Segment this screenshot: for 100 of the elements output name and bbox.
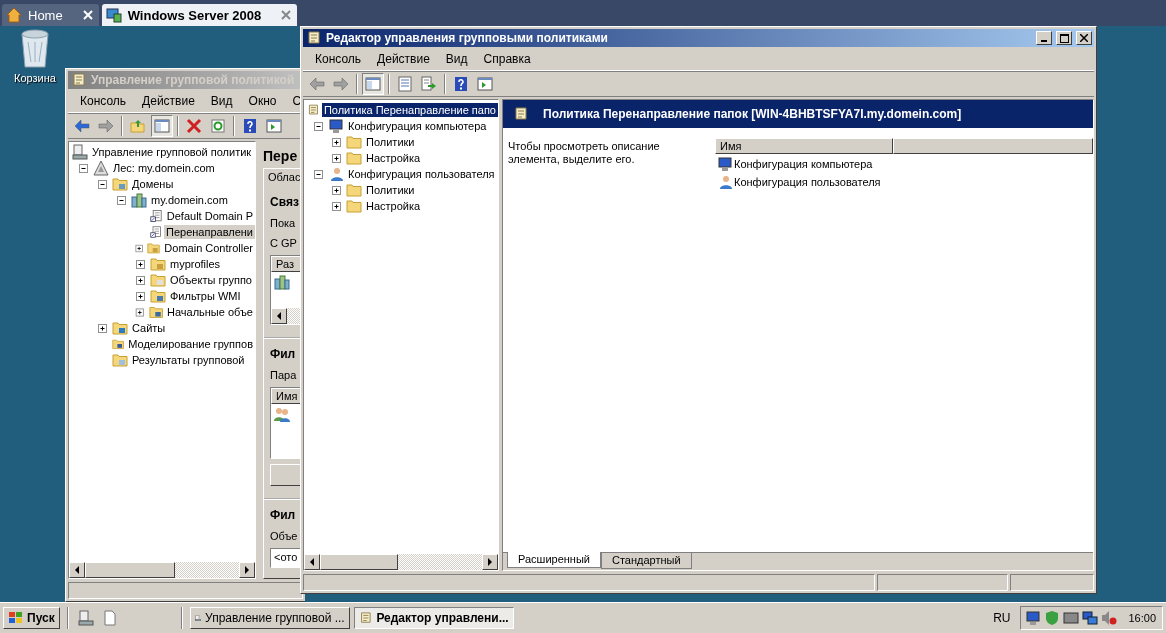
folder-icon (147, 240, 161, 256)
computer-icon (105, 7, 122, 23)
close-button[interactable] (1076, 31, 1092, 45)
tree-item[interactable]: Перенаправлени (164, 225, 255, 239)
menu-item[interactable]: Действие (369, 49, 438, 68)
menu-item[interactable]: Справка (475, 49, 539, 68)
scroll-icon (71, 72, 87, 88)
tree-item[interactable]: Результаты групповой (130, 353, 247, 367)
browser-tab[interactable]: Home (2, 4, 99, 26)
expand-icon[interactable] (133, 275, 148, 285)
tree-item[interactable]: Конфигурация пользователя (346, 167, 497, 181)
label-text: С GP (270, 237, 298, 249)
folder-icon (346, 182, 362, 198)
network-icon[interactable] (1082, 610, 1099, 626)
maximize-button[interactable] (1056, 31, 1072, 45)
document-link-icon (150, 208, 163, 224)
tree-item[interactable]: Лес: my.domein.com (111, 161, 217, 175)
toolbar-button[interactable] (151, 115, 173, 137)
tree-item[interactable]: Настройка (364, 199, 423, 213)
scroll-left-button[interactable] (271, 308, 287, 324)
tab-label: Home (28, 7, 63, 23)
scroll-left-button[interactable] (304, 554, 320, 570)
scroll-right-button[interactable] (482, 554, 498, 570)
taskbar-button[interactable]: Редактор управлени... (353, 607, 514, 629)
expand-icon[interactable] (329, 153, 344, 163)
refresh-icon (210, 118, 226, 134)
label-text: Пара (270, 369, 298, 381)
expand-icon[interactable] (329, 185, 344, 195)
expand-icon[interactable] (133, 259, 148, 269)
language-indicator[interactable]: RU (987, 611, 1017, 625)
help-icon (453, 76, 469, 92)
tree-item[interactable]: Настройка (364, 151, 423, 165)
menu-item[interactable]: С (284, 91, 303, 110)
expand-icon[interactable] (329, 137, 344, 147)
collapse-icon[interactable] (95, 179, 110, 189)
tab[interactable]: Облас (268, 171, 303, 183)
start-button[interactable]: Пуск (3, 607, 60, 629)
tree-item[interactable]: Конфигурация компьютера (346, 119, 489, 133)
document-link-icon (150, 224, 162, 240)
menu-item[interactable]: Вид (202, 91, 241, 110)
scroll-thumb[interactable] (85, 562, 175, 578)
folder-icon (148, 304, 163, 320)
view-tab[interactable]: Расширенный (507, 552, 601, 568)
scroll-thumb[interactable] (320, 554, 398, 570)
menu-item[interactable]: Консоль (72, 91, 135, 110)
tree-item[interactable]: Домены (130, 177, 176, 191)
left-arrow-icon (276, 312, 282, 320)
tree-item[interactable]: Объекты группо (168, 273, 254, 287)
desktop-icon-label[interactable]: Корзина (14, 72, 56, 84)
scroll-left-button[interactable] (69, 562, 85, 578)
taskbar-button[interactable]: Управление групповой ... (189, 607, 350, 629)
expand-icon[interactable] (133, 291, 148, 301)
tree-item[interactable]: Сайты (130, 321, 168, 335)
menu-item[interactable]: Вид (437, 49, 476, 68)
list-item[interactable]: Конфигурация компьютера (734, 157, 873, 170)
clock[interactable]: 16:00 (1128, 612, 1156, 624)
tree-item[interactable]: Фильтры WMI (168, 289, 243, 303)
column-header[interactable]: Имя (271, 388, 303, 404)
recycle-bin-icon[interactable] (19, 28, 50, 68)
tree-item[interactable]: Управление групповой политик (90, 145, 254, 159)
tree-item[interactable]: myprofiles (168, 257, 223, 271)
browser-tab[interactable]: Windows Server 2008 (101, 4, 298, 26)
tree-item[interactable]: my.domein.com (149, 193, 230, 207)
collapse-icon[interactable] (114, 195, 129, 205)
menu-item[interactable]: Окно (240, 91, 285, 110)
volume-muted-icon[interactable] (1101, 610, 1118, 626)
tree-item[interactable]: Моделирование группов (126, 337, 255, 351)
folder-icon (150, 272, 166, 288)
menu-item[interactable]: Консоль (307, 49, 370, 68)
tree-item[interactable]: Domain Controller (162, 241, 255, 255)
column-header[interactable]: Раз (271, 256, 303, 272)
tree-item[interactable]: Начальные объе (164, 305, 255, 319)
close-icon[interactable] (281, 10, 292, 20)
monitor-icon[interactable] (1063, 610, 1080, 626)
minimize-button[interactable] (1036, 31, 1052, 45)
quick-launch-button[interactable] (75, 607, 96, 629)
left-arrow-icon (309, 558, 315, 566)
tree-item[interactable]: Default Domain P (164, 209, 255, 223)
menu-item[interactable]: Действие (134, 91, 203, 110)
tree-item[interactable]: Политики (364, 183, 417, 197)
toolbar-button[interactable] (362, 73, 384, 95)
tree-item[interactable]: Политики (364, 135, 417, 149)
forward-arrow-icon (98, 118, 114, 134)
tree-item[interactable]: Политика Перенаправление папо (321, 103, 498, 117)
description-text: Чтобы просмотреть описание элемента, выделите его. (508, 140, 661, 166)
collapse-icon[interactable] (311, 169, 326, 179)
users-icon (274, 406, 290, 422)
collapse-icon[interactable] (76, 163, 91, 173)
scroll-icon (307, 102, 320, 118)
column-header[interactable]: Имя (715, 138, 893, 154)
buildings-icon (274, 274, 290, 290)
details-title: Политика Перенаправление папок [WIN-4BHBTSFYA7I.my.domein.com] (543, 107, 962, 121)
view-tab[interactable]: Стандартный (601, 553, 692, 569)
expand-icon[interactable] (95, 323, 110, 333)
folder-icon (346, 134, 362, 150)
expand-icon[interactable] (133, 307, 147, 317)
scroll-right-button[interactable] (239, 562, 255, 578)
collapse-icon[interactable] (311, 121, 326, 131)
list-item[interactable]: Конфигурация пользователя (734, 175, 881, 188)
expand-icon[interactable] (329, 201, 344, 211)
